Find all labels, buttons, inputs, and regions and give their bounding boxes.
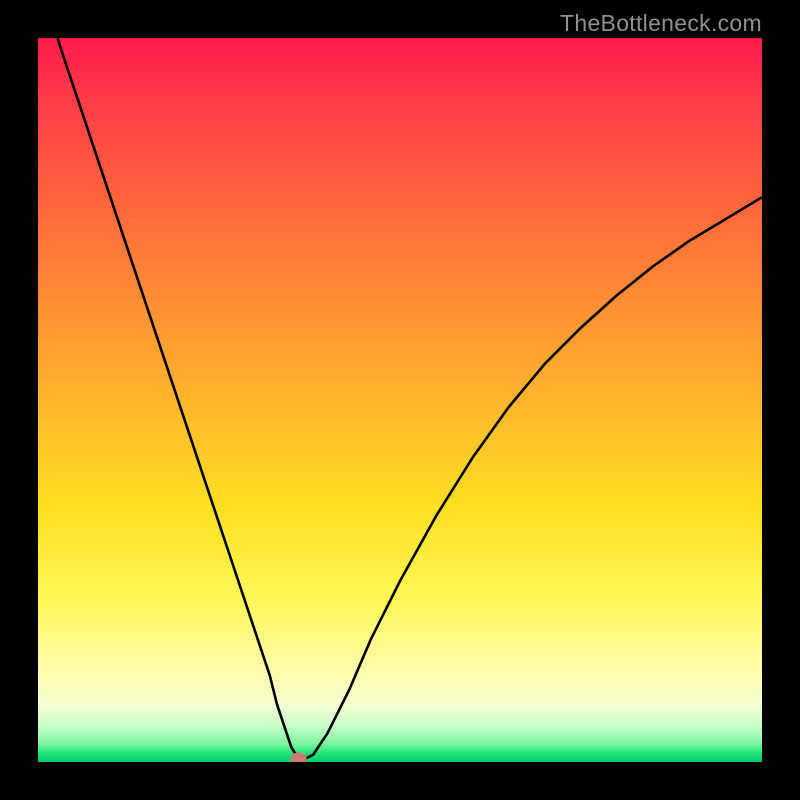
watermark-text: TheBottleneck.com bbox=[560, 10, 762, 37]
bottleneck-curve bbox=[38, 38, 762, 758]
plot-area bbox=[38, 38, 762, 762]
chart-frame: TheBottleneck.com bbox=[0, 0, 800, 800]
minimum-marker bbox=[291, 752, 307, 762]
curve-layer bbox=[38, 38, 762, 762]
